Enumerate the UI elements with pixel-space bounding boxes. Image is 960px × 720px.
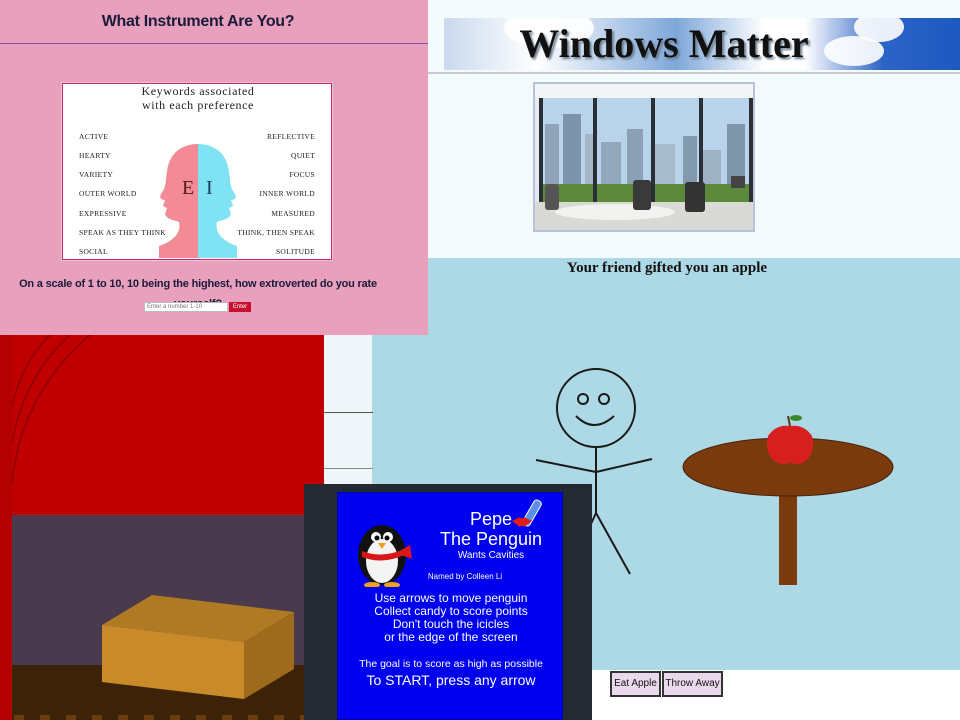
letter-e: E: [182, 177, 194, 199]
stage-scene-panel: [0, 335, 324, 720]
letter-i: I: [206, 177, 213, 199]
keyword-right: FOCUS: [289, 170, 315, 179]
sky-banner: Windows Matter: [444, 18, 960, 70]
keyword-left: SOCIAL: [79, 247, 108, 256]
divider: [324, 468, 373, 469]
keyword-right: SOLITUDE: [275, 247, 315, 256]
start-instruction: To START, press any arrow: [366, 672, 536, 688]
divider: [428, 72, 960, 74]
box: [102, 595, 294, 699]
game-canvas[interactable]: Pepe The Penguin Wants Cavities Named by…: [337, 492, 563, 720]
stage-illustration: [0, 335, 324, 720]
enter-button[interactable]: Enter: [229, 302, 251, 312]
keyword-right: MEASURED: [271, 209, 315, 218]
game-title-line2: The Penguin: [439, 529, 543, 549]
divider: [324, 412, 373, 413]
keyword-right: THINK, THEN SPEAK: [237, 228, 315, 237]
keyword-right: INNER WORLD: [259, 189, 315, 198]
game-goal: The goal is to score as high as possible: [359, 658, 543, 670]
keyword-right: REFLECTIVE: [267, 132, 315, 141]
windows-matter-panel: Windows Matter: [428, 0, 960, 258]
page-title: Windows Matter: [519, 21, 809, 66]
instruction-line: or the edge of the screen: [384, 630, 518, 644]
game-subtitle: Wants Cavities: [457, 550, 525, 561]
throw-away-button[interactable]: Throw Away: [662, 671, 723, 697]
game-title-line1: Pepe: [469, 509, 513, 529]
number-input[interactable]: Enter a number 1-10: [144, 302, 228, 312]
card-heading-line1: Keywords associated: [141, 84, 255, 98]
card-heading-line2: with each preference: [142, 98, 254, 112]
apple-icon: [767, 415, 813, 464]
keyword-left: ACTIVE: [79, 132, 109, 141]
penguin-game-panel: Pepe The Penguin Wants Cavities Named by…: [304, 484, 592, 720]
keyword-right: QUIET: [291, 151, 315, 160]
instrument-quiz-panel: What Instrument Are You? Keywords associ…: [0, 0, 428, 335]
eat-apple-button[interactable]: Eat Apple: [610, 671, 661, 697]
keyword-left: HEARTY: [79, 151, 111, 160]
keyword-left: SPEAK AS THEY THINK: [79, 228, 167, 237]
game-credit: Named by Colleen Li: [427, 572, 503, 581]
quiz-title: What Instrument Are You?: [101, 13, 295, 30]
office-window-photo: [533, 82, 755, 232]
office-window-illustration: [535, 84, 753, 230]
keyword-left: EXPRESSIVE: [79, 209, 127, 218]
keyword-left: OUTER WORLD: [79, 189, 137, 198]
keyword-left: VARIETY: [79, 170, 114, 179]
head-profiles-icon: E I: [159, 144, 237, 258]
divider: [0, 43, 428, 44]
quiz-question: On a scale of 1 to 10, 10 being the high…: [19, 278, 377, 310]
keywords-card: Keywords associated with each preference…: [62, 83, 332, 260]
